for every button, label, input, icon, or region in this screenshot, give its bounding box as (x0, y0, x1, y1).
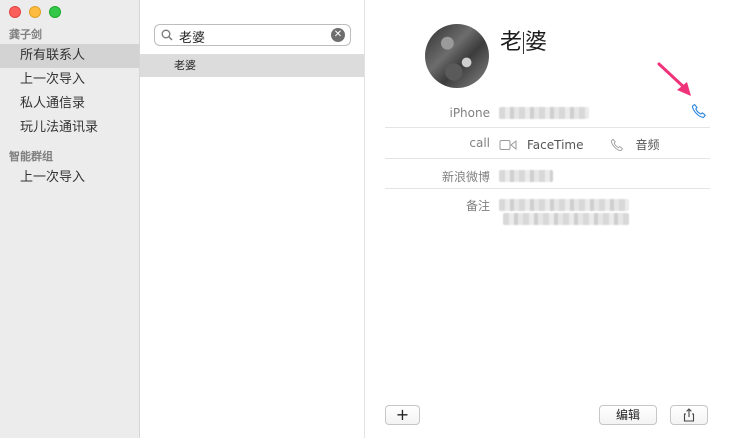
sidebar-item-label: 上一次导入 (20, 170, 86, 185)
search-input[interactable]: 老婆 (179, 27, 205, 46)
phone-call-icon[interactable] (691, 103, 707, 119)
edit-button[interactable]: 编辑 (599, 405, 657, 425)
sidebar-item-label: 玩儿法通讯录 (20, 120, 99, 135)
facetime-label[interactable]: FaceTime (527, 138, 584, 152)
contact-detail-pane: 老婆 iPhone call FaceTime 音频 新浪微博 备注 + 编辑 (365, 0, 729, 438)
facetime-video-icon[interactable] (499, 139, 517, 151)
text-cursor (523, 32, 525, 54)
sidebar-group-account: 龚子剑 (9, 28, 42, 41)
divider (385, 158, 710, 159)
sidebar-item-label: 上一次导入 (20, 72, 86, 87)
zoom-window-button[interactable] (49, 6, 61, 18)
note-label: 备注 (465, 199, 490, 213)
facetime-audio-icon[interactable] (610, 138, 624, 152)
search-field[interactable]: 老婆 ✕ (154, 24, 351, 46)
blurred-note-line-1 (499, 199, 629, 211)
iphone-label: iPhone (449, 106, 490, 120)
blurred-phone-number (499, 107, 589, 119)
divider (385, 188, 710, 189)
pink-arrow-icon (657, 62, 691, 96)
sidebar-item-all-contacts[interactable]: 所有联系人 (0, 44, 139, 68)
add-field-button[interactable]: + (385, 405, 420, 425)
sidebar: 龚子剑 所有联系人 上一次导入 私人通信录 玩儿法通讯录 智能群组 上一次导入 (0, 0, 140, 438)
contact-list-pane: 老婆 ✕ 老婆 (140, 0, 365, 438)
contact-list-item[interactable]: 老婆 (140, 54, 364, 77)
sidebar-item-label: 所有联系人 (20, 48, 86, 63)
weibo-label: 新浪微博 (441, 170, 490, 184)
call-label: call (469, 136, 490, 150)
sidebar-item-label: 私人通信录 (20, 96, 86, 111)
share-icon (683, 408, 695, 422)
sidebar-item-wanerfa-contacts[interactable]: 玩儿法通讯录 (0, 116, 139, 140)
facetime-row: FaceTime 音频 (499, 136, 660, 153)
clear-search-icon[interactable]: ✕ (331, 28, 345, 42)
contact-name-field[interactable]: 老婆 (500, 24, 547, 56)
blurred-weibo-value (499, 170, 553, 182)
search-icon (161, 29, 173, 41)
share-button[interactable] (670, 405, 708, 425)
divider (385, 127, 710, 128)
minimize-window-button[interactable] (29, 6, 41, 18)
contact-name: 老婆 (500, 30, 548, 55)
blurred-note-line-2 (503, 213, 629, 225)
audio-label[interactable]: 音频 (636, 136, 660, 153)
window-controls (9, 6, 61, 18)
sidebar-item-smart-last-import[interactable]: 上一次导入 (0, 166, 139, 190)
sidebar-item-private-contacts[interactable]: 私人通信录 (0, 92, 139, 116)
contact-list-item-label: 老婆 (174, 59, 196, 72)
close-window-button[interactable] (9, 6, 21, 18)
contact-avatar[interactable] (425, 24, 489, 88)
sidebar-item-last-import[interactable]: 上一次导入 (0, 68, 139, 92)
sidebar-group-smart-groups: 智能群组 (9, 150, 53, 163)
